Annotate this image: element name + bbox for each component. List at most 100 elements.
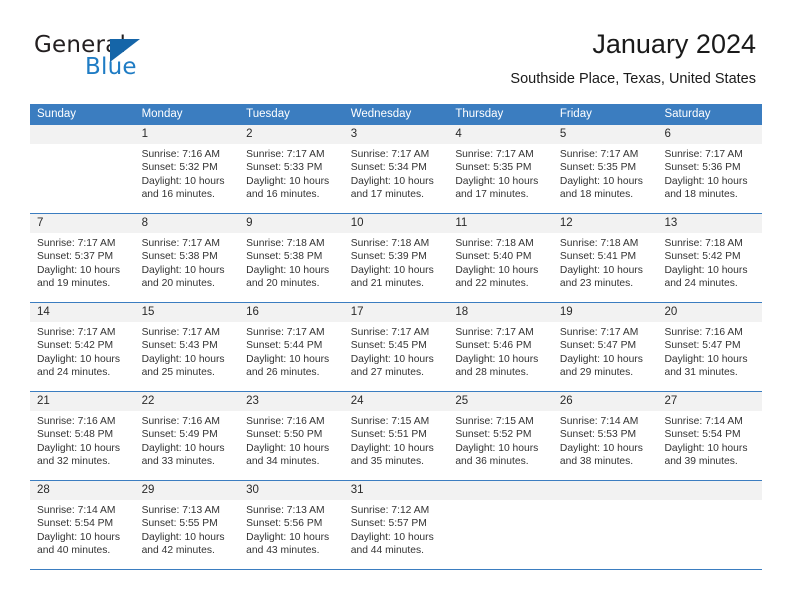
daylight-text-line2: and 18 minutes. [664,189,738,201]
day-info: Sunrise: 7:13 AM Sunset: 5:56 PM Dayligh… [239,500,344,558]
daylight-text-line1: Daylight: 10 hours [246,353,330,365]
day-cell[interactable]: 18 Sunrise: 7:17 AM Sunset: 5:46 PM Dayl… [448,303,553,391]
sunrise-text: Sunrise: 7:17 AM [141,238,220,249]
day-cell[interactable]: 9 Sunrise: 7:18 AM Sunset: 5:38 PM Dayli… [239,214,344,302]
daylight-text-line1: Daylight: 10 hours [664,175,748,187]
day-number: 2 [239,125,344,144]
day-cell[interactable]: 8 Sunrise: 7:17 AM Sunset: 5:38 PM Dayli… [134,214,240,302]
day-cell[interactable]: 26 Sunrise: 7:14 AM Sunset: 5:53 PM Dayl… [552,392,658,480]
day-info: Sunrise: 7:18 AM Sunset: 5:42 PM Dayligh… [657,233,762,291]
day-info [30,144,135,148]
sunset-text: Sunset: 5:44 PM [246,340,323,352]
day-cell[interactable]: 1 Sunrise: 7:16 AM Sunset: 5:32 PM Dayli… [134,125,240,213]
day-cell[interactable]: 7 Sunrise: 7:17 AM Sunset: 5:37 PM Dayli… [30,214,135,302]
sunrise-text: Sunrise: 7:17 AM [37,238,116,249]
sunset-text: Sunset: 5:54 PM [37,518,114,530]
sunrise-text: Sunrise: 7:17 AM [141,327,220,338]
daylight-text-line1: Daylight: 10 hours [350,442,434,454]
day-cell[interactable]: 22 Sunrise: 7:16 AM Sunset: 5:49 PM Dayl… [134,392,240,480]
day-info: Sunrise: 7:16 AM Sunset: 5:50 PM Dayligh… [239,411,344,469]
daylight-text-line1: Daylight: 10 hours [455,175,539,187]
day-cell[interactable]: 3 Sunrise: 7:17 AM Sunset: 5:34 PM Dayli… [343,125,449,213]
day-cell[interactable]: 17 Sunrise: 7:17 AM Sunset: 5:45 PM Dayl… [343,303,449,391]
day-number: 8 [134,214,240,233]
sunrise-text: Sunrise: 7:18 AM [350,238,430,249]
daylight-text-line2: and 34 minutes. [246,456,320,468]
day-cell[interactable]: 5 Sunrise: 7:17 AM Sunset: 5:35 PM Dayli… [552,125,658,213]
daylight-text-line2: and 28 minutes. [455,367,529,379]
day-info: Sunrise: 7:18 AM Sunset: 5:41 PM Dayligh… [553,233,658,291]
calendar-week-row: 14 Sunrise: 7:17 AM Sunset: 5:42 PM Dayl… [30,303,763,392]
day-info: Sunrise: 7:17 AM Sunset: 5:34 PM Dayligh… [344,144,449,202]
daylight-text-line1: Daylight: 10 hours [37,353,120,365]
day-cell[interactable]: 25 Sunrise: 7:15 AM Sunset: 5:52 PM Dayl… [448,392,553,480]
daylight-text-line2: and 21 minutes. [350,278,425,290]
day-info: Sunrise: 7:15 AM Sunset: 5:52 PM Dayligh… [448,411,553,469]
day-cell[interactable] [30,125,135,213]
day-cell[interactable] [657,481,763,569]
day-cell[interactable]: 15 Sunrise: 7:17 AM Sunset: 5:43 PM Dayl… [134,303,240,391]
title-block: January 2024 Southside Place, Texas, Uni… [510,28,756,88]
sunset-text: Sunset: 5:43 PM [141,340,218,352]
sunrise-text: Sunrise: 7:14 AM [37,505,116,516]
day-cell[interactable]: 21 Sunrise: 7:16 AM Sunset: 5:48 PM Dayl… [30,392,135,480]
general-blue-logo[interactable]: General Blue [34,32,214,88]
sunset-text: Sunset: 5:52 PM [455,429,532,441]
day-number: 22 [134,392,240,411]
day-number: 26 [552,392,658,411]
sunset-text: Sunset: 5:47 PM [559,340,637,352]
day-info: Sunrise: 7:17 AM Sunset: 5:45 PM Dayligh… [344,322,449,380]
day-cell[interactable]: 28 Sunrise: 7:14 AM Sunset: 5:54 PM Dayl… [30,481,135,569]
day-number: 3 [343,125,449,144]
sunrise-text: Sunrise: 7:16 AM [246,416,325,427]
day-number: 12 [552,214,658,233]
sunrise-text: Sunrise: 7:14 AM [664,416,743,427]
day-number: 29 [134,481,240,500]
day-cell[interactable] [448,481,553,569]
sunrise-text: Sunrise: 7:18 AM [455,238,534,249]
daylight-text-line1: Daylight: 10 hours [37,442,120,454]
calendar-grid: Sunday Monday Tuesday Wednesday Thursday… [30,104,763,570]
sunset-text: Sunset: 5:36 PM [664,162,741,174]
sunset-text: Sunset: 5:33 PM [246,162,323,174]
day-cell[interactable]: 4 Sunrise: 7:17 AM Sunset: 5:35 PM Dayli… [448,125,553,213]
day-cell[interactable]: 11 Sunrise: 7:18 AM Sunset: 5:40 PM Dayl… [448,214,553,302]
sunset-text: Sunset: 5:39 PM [350,251,427,263]
day-cell[interactable] [552,481,658,569]
day-cell[interactable]: 23 Sunrise: 7:16 AM Sunset: 5:50 PM Dayl… [239,392,344,480]
day-cell[interactable]: 24 Sunrise: 7:15 AM Sunset: 5:51 PM Dayl… [343,392,449,480]
sunrise-text: Sunrise: 7:15 AM [455,416,534,427]
sunrise-text: Sunrise: 7:16 AM [141,149,220,160]
day-cell[interactable]: 30 Sunrise: 7:13 AM Sunset: 5:56 PM Dayl… [239,481,344,569]
day-info: Sunrise: 7:17 AM Sunset: 5:46 PM Dayligh… [448,322,553,380]
sunset-text: Sunset: 5:47 PM [664,340,741,352]
daylight-text-line1: Daylight: 10 hours [455,353,539,365]
daylight-text-line2: and 31 minutes. [664,367,738,379]
day-cell[interactable]: 29 Sunrise: 7:13 AM Sunset: 5:55 PM Dayl… [134,481,240,569]
day-cell[interactable]: 12 Sunrise: 7:18 AM Sunset: 5:41 PM Dayl… [552,214,658,302]
sunrise-text: Sunrise: 7:16 AM [37,416,116,427]
day-cell[interactable]: 16 Sunrise: 7:17 AM Sunset: 5:44 PM Dayl… [239,303,344,391]
day-number: 19 [552,303,658,322]
sunrise-text: Sunrise: 7:17 AM [455,327,534,338]
daylight-text-line1: Daylight: 10 hours [141,264,225,276]
day-cell[interactable]: 31 Sunrise: 7:12 AM Sunset: 5:57 PM Dayl… [343,481,449,569]
day-cell[interactable]: 6 Sunrise: 7:17 AM Sunset: 5:36 PM Dayli… [657,125,763,213]
day-cell[interactable]: 10 Sunrise: 7:18 AM Sunset: 5:39 PM Dayl… [343,214,449,302]
daylight-text-line2: and 22 minutes. [455,278,529,290]
daylight-text-line1: Daylight: 10 hours [37,264,120,276]
day-number: 4 [448,125,553,144]
calendar-week-row: 21 Sunrise: 7:16 AM Sunset: 5:48 PM Dayl… [30,392,763,481]
day-cell[interactable]: 13 Sunrise: 7:18 AM Sunset: 5:42 PM Dayl… [657,214,763,302]
day-cell[interactable]: 19 Sunrise: 7:17 AM Sunset: 5:47 PM Dayl… [552,303,658,391]
daylight-text-line2: and 32 minutes. [37,456,111,468]
daylight-text-line1: Daylight: 10 hours [246,264,330,276]
daylight-text-line2: and 20 minutes. [246,278,320,290]
day-cell[interactable]: 27 Sunrise: 7:14 AM Sunset: 5:54 PM Dayl… [657,392,763,480]
day-number: 28 [30,481,135,500]
day-info: Sunrise: 7:17 AM Sunset: 5:47 PM Dayligh… [553,322,658,380]
day-cell[interactable]: 20 Sunrise: 7:16 AM Sunset: 5:47 PM Dayl… [657,303,763,391]
day-cell[interactable]: 14 Sunrise: 7:17 AM Sunset: 5:42 PM Dayl… [30,303,135,391]
sunset-text: Sunset: 5:38 PM [246,251,323,263]
day-cell[interactable]: 2 Sunrise: 7:17 AM Sunset: 5:33 PM Dayli… [239,125,344,213]
